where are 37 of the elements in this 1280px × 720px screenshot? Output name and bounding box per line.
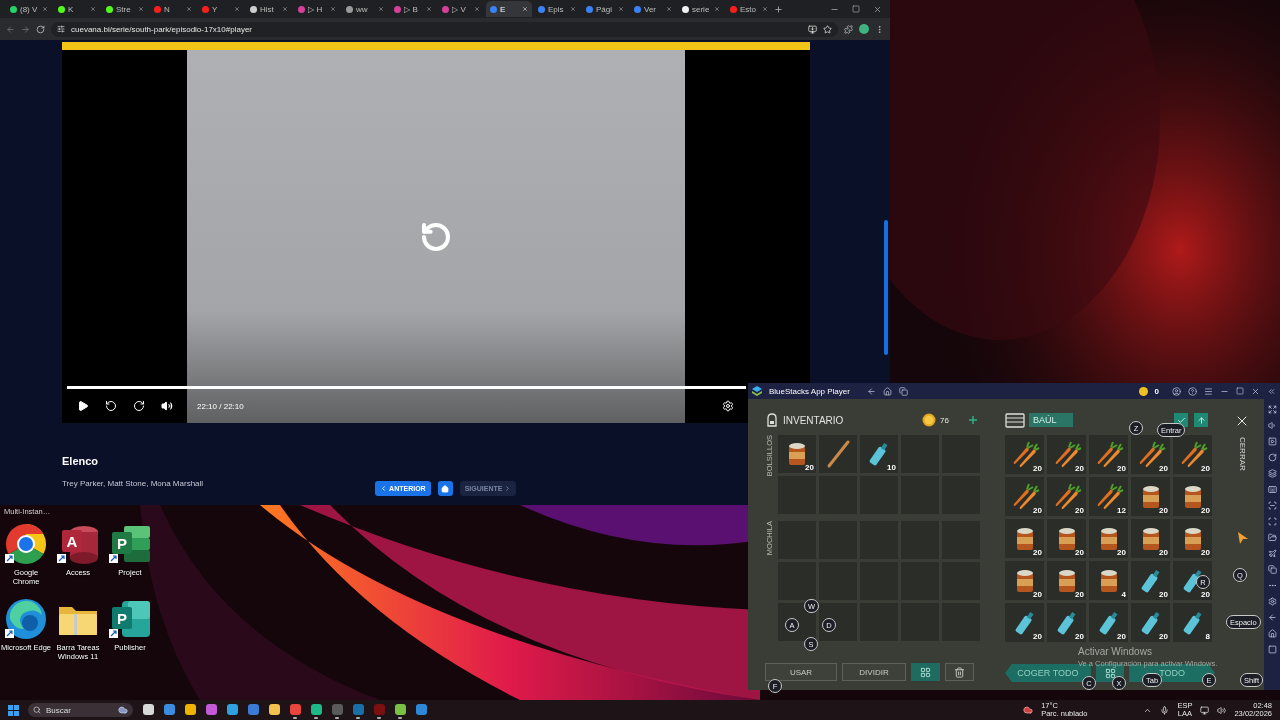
item-count: 20 xyxy=(1117,464,1126,473)
item-count: 20 xyxy=(1117,632,1126,641)
item-count: 8 xyxy=(1205,632,1210,641)
item-count: 20 xyxy=(1075,590,1084,599)
item-count: 20 xyxy=(1159,464,1168,473)
item-count: 20 xyxy=(1117,548,1126,557)
panel-title: BAÚL xyxy=(1029,413,1073,427)
item-count: 20 xyxy=(1159,548,1168,557)
item-count: 20 xyxy=(1033,506,1042,515)
item-count: 10 xyxy=(887,463,896,472)
item-count: 20 xyxy=(1033,632,1042,641)
activation-title: Activar Windows xyxy=(1078,646,1153,657)
item-count: 12 xyxy=(1117,506,1126,515)
time-display: 22:10 / 22:10 xyxy=(197,401,244,411)
coin-count: 76 xyxy=(940,415,949,425)
url-text: cuevana.bi/serie/south-park/episodio-17x10#player xyxy=(71,24,252,34)
item-count: 20 xyxy=(1201,506,1210,515)
item-count: 20 xyxy=(1075,632,1084,641)
item-count: 20 xyxy=(1033,590,1042,599)
panel-title: INVENTARIO xyxy=(783,414,844,426)
item-count: 20 xyxy=(1075,548,1084,557)
item-count: 20 xyxy=(1159,506,1168,515)
item-count: 20 xyxy=(1075,464,1084,473)
item-count: 20 xyxy=(1201,464,1210,473)
item-count: 20 xyxy=(1159,632,1168,641)
item-count: 20 xyxy=(1201,548,1210,557)
coin-count: 0 xyxy=(1154,386,1159,396)
cast-list: Trey Parker, Matt Stone, Mona Marshall xyxy=(62,479,204,488)
item-count: 20 xyxy=(1159,590,1168,599)
window-title: BlueStacks App Player xyxy=(769,386,850,396)
item-count: 20 xyxy=(805,463,814,472)
item-count: 20 xyxy=(1033,464,1042,473)
item-count: 4 xyxy=(1121,590,1126,599)
item-count: 20 xyxy=(1075,506,1084,515)
item-count: 20 xyxy=(1033,548,1042,557)
item-count: 20 xyxy=(1201,590,1210,599)
close-label: CERRAR xyxy=(1237,437,1247,471)
